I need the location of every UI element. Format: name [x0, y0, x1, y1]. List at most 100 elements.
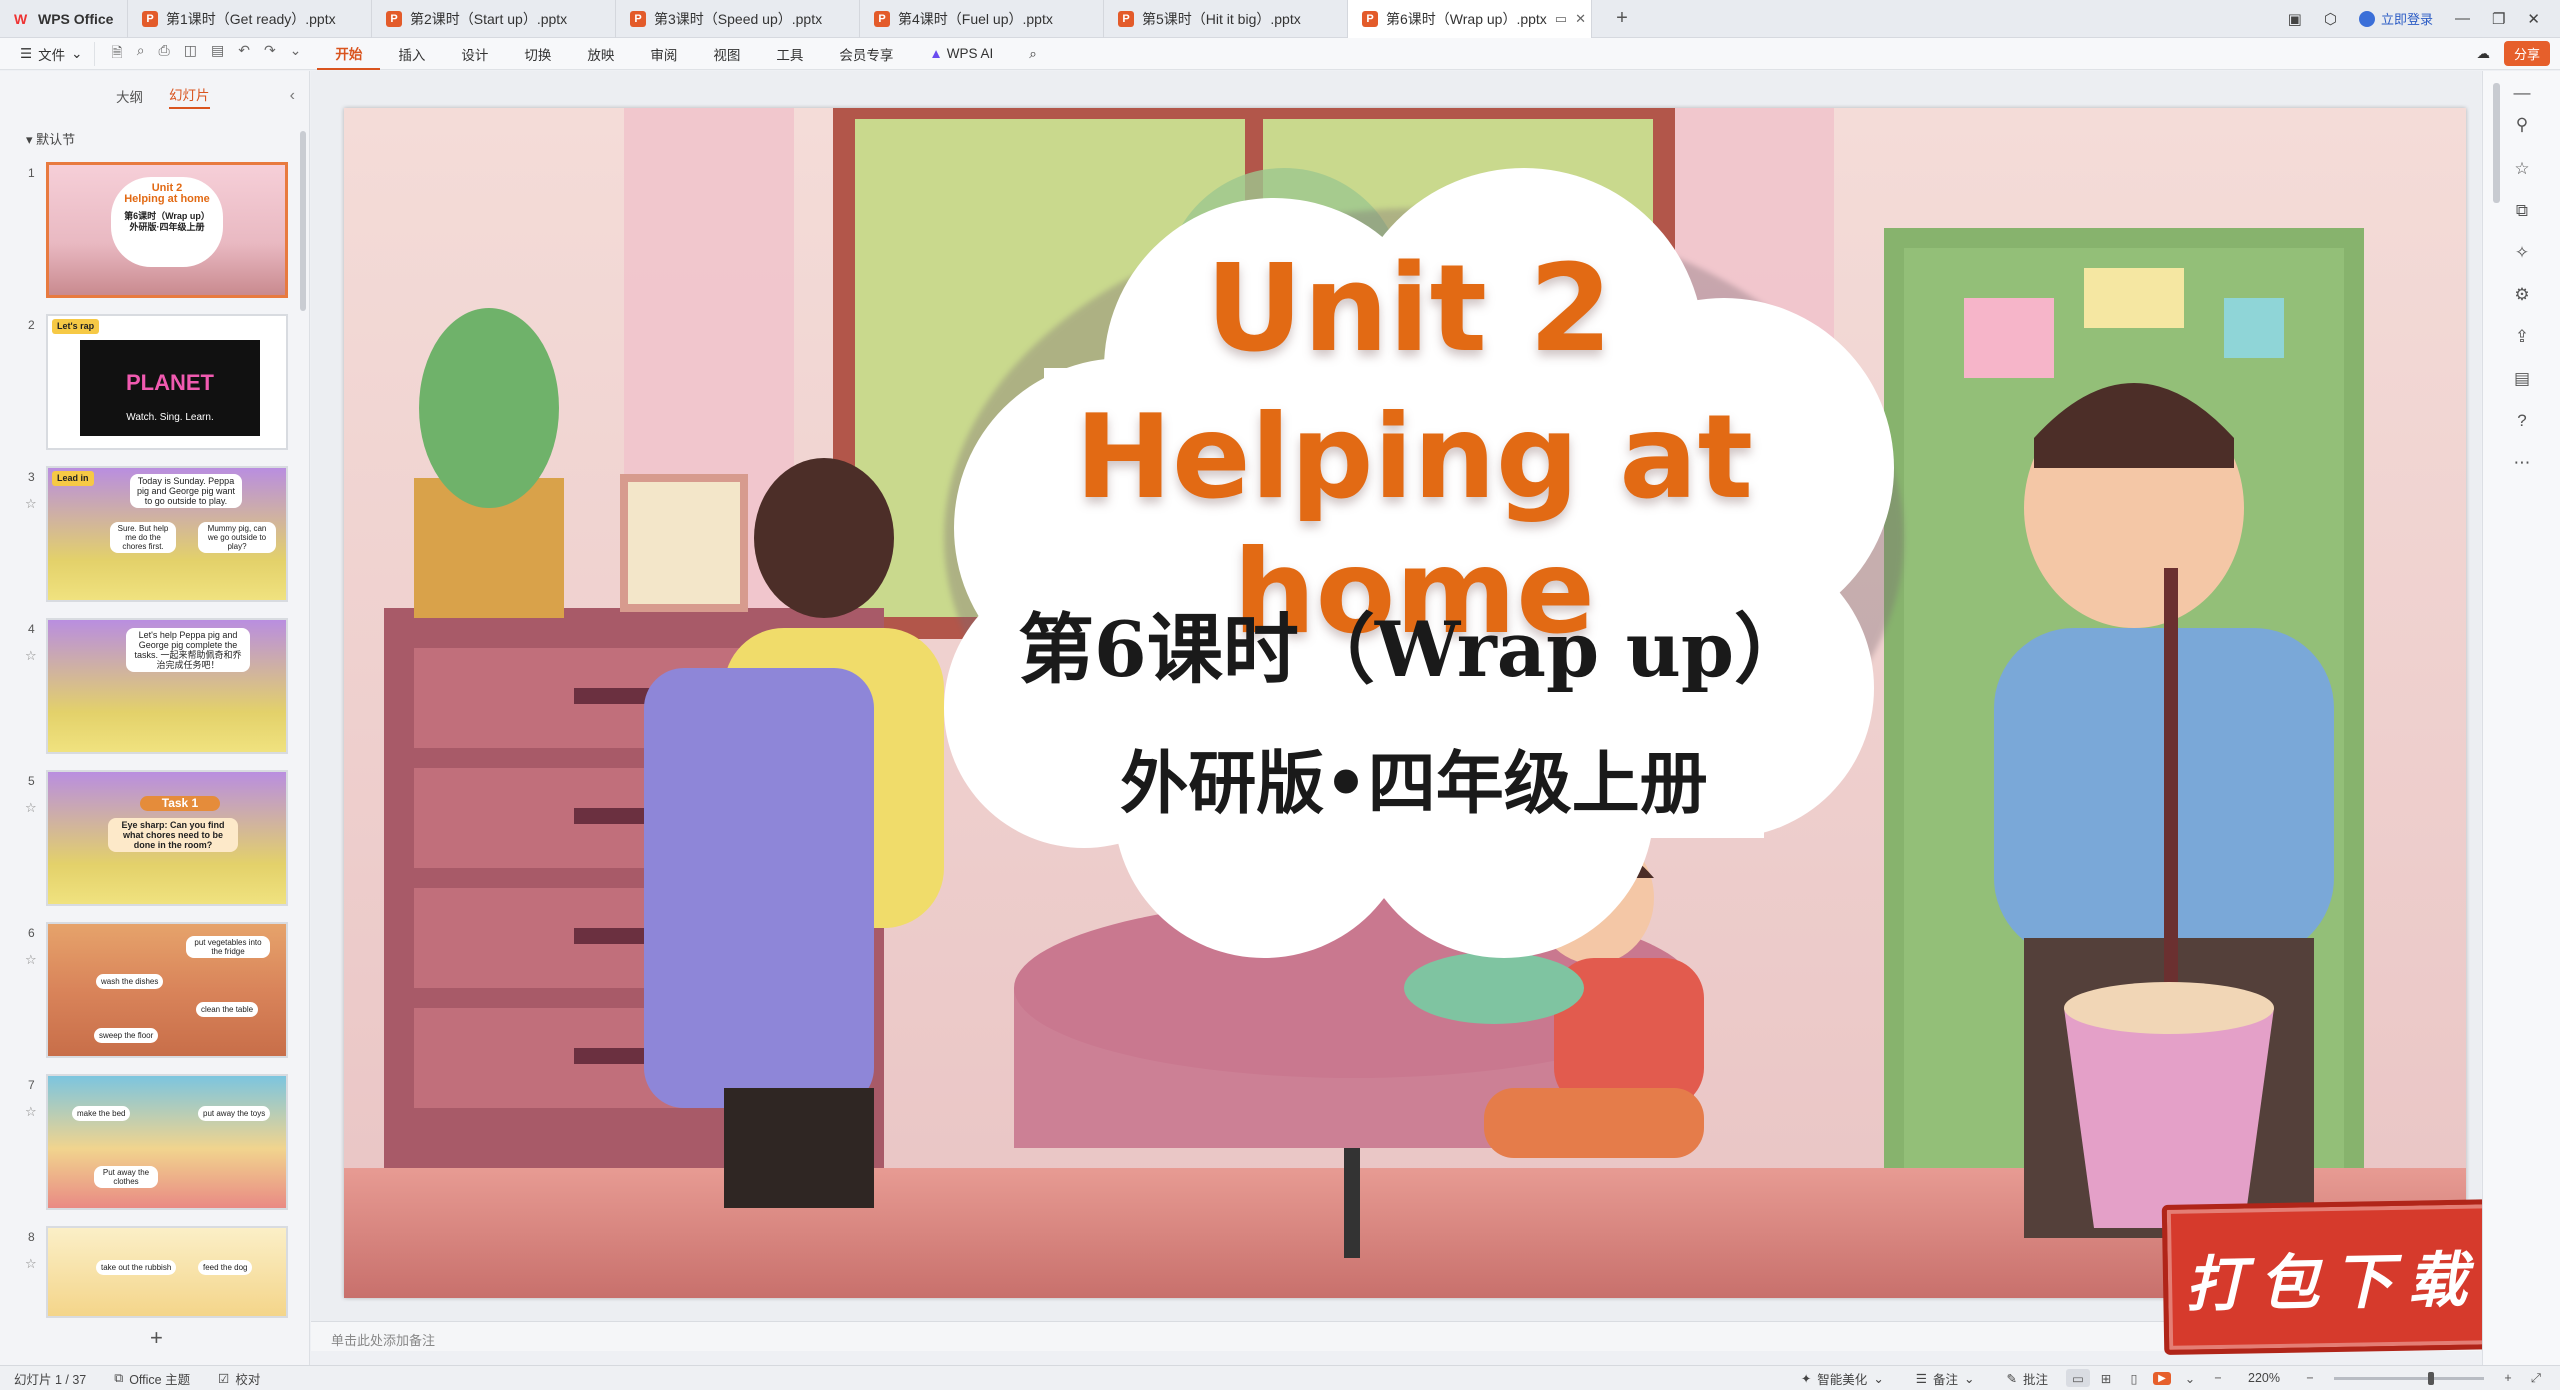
more-icon[interactable]: ⌄	[290, 42, 302, 66]
slide-thumbnail-row[interactable]: 5 ☆ Task 1 Eye sharp: Can you find what …	[0, 770, 300, 910]
copy-icon[interactable]: ⧉	[2483, 201, 2560, 221]
tab-file-3[interactable]: P 第3课时（Speed up）.pptx	[616, 0, 860, 38]
restore-icon[interactable]: ❐	[2492, 10, 2505, 28]
undo-icon[interactable]: ↶	[238, 42, 250, 66]
format-icon[interactable]: ▤	[211, 42, 224, 66]
star-icon[interactable]: ☆	[25, 952, 37, 968]
slideshow-options-icon[interactable]: ⌄	[2178, 1369, 2202, 1387]
tab-file-1[interactable]: P 第1课时（Get ready）.pptx	[128, 0, 372, 38]
slide-thumbnail-row[interactable]: 2 Let's rap PLANET Watch. Sing. Learn.	[0, 314, 300, 454]
normal-view-icon[interactable]: ▭	[2066, 1369, 2091, 1387]
star-icon[interactable]: ☆	[25, 1104, 37, 1120]
collapse-panel-icon[interactable]: ‹	[290, 87, 295, 105]
menu-design[interactable]: 设计	[443, 38, 506, 70]
more-icon[interactable]: ⋯	[2483, 453, 2560, 473]
zoom-in-icon[interactable]: +	[2496, 1369, 2520, 1387]
slideshow-play-icon[interactable]: ▶	[2150, 1369, 2174, 1387]
slide-edition[interactable]: 外研版•四年级上册	[984, 728, 1844, 827]
help-icon[interactable]: ?	[2483, 411, 2560, 431]
ppt-file-icon: P	[1362, 11, 1378, 27]
reading-view-icon[interactable]: ▯	[2122, 1369, 2146, 1387]
slide-thumbnail[interactable]: Lead in Today is Sunday. Peppa pig and G…	[46, 466, 288, 602]
comments-button[interactable]: ✎ 批注	[1993, 1369, 2063, 1388]
slide-thumbnail[interactable]: make the bed put away the toys Put away …	[46, 1074, 288, 1210]
proof-icon: ☑	[218, 1371, 230, 1386]
tab-file-2[interactable]: P 第2课时（Start up）.pptx	[372, 0, 616, 38]
slide-thumbnail[interactable]: Task 1 Eye sharp: Can you find what chor…	[46, 770, 288, 906]
star-icon[interactable]: ☆	[25, 496, 37, 512]
download-badge[interactable]: 打包下载	[2161, 1199, 2505, 1355]
slide-thumbnail[interactable]: Unit 2 Helping at home 第6课时（Wrap up） 外研版…	[46, 162, 288, 298]
slide-subtitle[interactable]: 第6课时（Wrap up）	[984, 588, 1844, 698]
menu-home[interactable]: 开始	[317, 38, 381, 70]
tab-slides[interactable]: 幻灯片	[169, 84, 210, 109]
tab-wps-home[interactable]: W WPS Office	[0, 0, 128, 38]
slide-thumbnail-row[interactable]: 1 Unit 2 Helping at home 第6课时（Wrap up） 外…	[0, 162, 300, 302]
zoom-level[interactable]: 220%	[2234, 1371, 2294, 1385]
minimize-icon[interactable]: —	[2455, 10, 2470, 27]
menu-slideshow[interactable]: 放映	[569, 38, 632, 70]
slide-title-line-1[interactable]: Unit 2	[984, 239, 1834, 381]
tab-outline[interactable]: 大纲	[116, 86, 143, 106]
star-icon[interactable]: ☆	[2483, 159, 2560, 179]
menu-member[interactable]: 会员专享	[821, 38, 911, 70]
tab-window-icon[interactable]: ▭	[1547, 11, 1567, 27]
menu-insert[interactable]: 插入	[380, 38, 443, 70]
redo-icon[interactable]: ↷	[264, 42, 276, 66]
cloud-sync-icon[interactable]: ☁	[2476, 46, 2490, 62]
book-icon[interactable]: ▤	[2483, 369, 2560, 389]
save-icon[interactable]: 🗎	[111, 42, 122, 66]
shapes-icon[interactable]: ⚲	[2483, 115, 2560, 135]
tab-file-5[interactable]: P 第5课时（Hit it big）.pptx	[1104, 0, 1348, 38]
close-window-icon[interactable]: ✕	[2527, 10, 2540, 28]
notes-input[interactable]: 单击此处添加备注	[311, 1321, 2481, 1351]
share-icon[interactable]: ⇪	[2483, 327, 2560, 347]
preview-icon[interactable]: ◫	[184, 42, 197, 66]
notes-button[interactable]: ☰ 备注 ⌄	[1902, 1369, 1989, 1388]
wps-ai-button[interactable]: ▲ WPS AI	[911, 46, 1011, 61]
star-icon[interactable]: ☆	[25, 800, 37, 816]
slide-thumbnail-row[interactable]: 7 ☆ make the bed put away the toys Put a…	[0, 1074, 300, 1214]
search-icon[interactable]: ⌕	[1011, 38, 1055, 70]
fit-window-icon[interactable]: ⤢	[2524, 1369, 2548, 1387]
close-tab-icon[interactable]: ✕	[1567, 11, 1586, 27]
login-link[interactable]: 立即登录	[2358, 9, 2433, 28]
slide-thumbnail[interactable]: Let's rap PLANET Watch. Sing. Learn.	[46, 314, 288, 450]
minimize-panel-icon[interactable]: —	[2483, 83, 2560, 103]
file-menu[interactable]: ☰ 文件 ⌄	[0, 44, 94, 64]
sorter-view-icon[interactable]: ⊞	[2094, 1369, 2118, 1387]
star-icon[interactable]: ☆	[25, 648, 37, 664]
layout-icon[interactable]: ▣	[2288, 10, 2302, 28]
zoom-out-icon[interactable]: −	[2206, 1369, 2230, 1387]
tab-file-6[interactable]: P 第6课时（Wrap up）.pptx ▭ ✕	[1348, 0, 1592, 38]
slide-thumbnail-row[interactable]: 3 ☆ Lead in Today is Sunday. Peppa pig a…	[0, 466, 300, 606]
slide-thumbnail[interactable]: Let's help Peppa pig and George pig comp…	[46, 618, 288, 754]
zoom-out-icon[interactable]: −	[2298, 1369, 2322, 1387]
panel-scrollbar[interactable]	[300, 131, 306, 311]
cube-icon[interactable]: ⬡	[2324, 10, 2337, 28]
menu-tools[interactable]: 工具	[758, 38, 821, 70]
menu-view[interactable]: 视图	[695, 38, 758, 70]
section-label[interactable]: ▾ 默认节	[26, 129, 75, 148]
slide-canvas[interactable]: Unit 2 Helping at home 第6课时（Wrap up） 外研版…	[344, 108, 2466, 1298]
beautify-button[interactable]: ✦ 智能美化 ⌄	[1787, 1369, 1898, 1388]
open-icon[interactable]: ⌕	[137, 42, 145, 66]
theme-button[interactable]: ⧉ Office 主题	[100, 1369, 204, 1388]
slide-thumbnail[interactable]: put vegetables into the fridge wash the …	[46, 922, 288, 1058]
add-slide-button[interactable]: +	[150, 1325, 163, 1351]
tab-file-4[interactable]: P 第4课时（Fuel up）.pptx	[860, 0, 1104, 38]
proof-button[interactable]: ☑ 校对	[204, 1369, 274, 1388]
zoom-slider[interactable]	[2334, 1371, 2484, 1385]
print-icon[interactable]: ⎙	[159, 42, 170, 66]
slide-thumbnail-row[interactable]: 6 ☆ put vegetables into the fridge wash …	[0, 922, 300, 1062]
settings-icon[interactable]: ⚙	[2483, 285, 2560, 305]
slide-thumbnail-row[interactable]: 4 ☆ Let's help Peppa pig and George pig …	[0, 618, 300, 758]
share-button[interactable]: 分享	[2503, 41, 2550, 66]
slide-thumbnail[interactable]: take out the rubbish feed the dog	[46, 1226, 288, 1318]
menu-transition[interactable]: 切换	[506, 38, 569, 70]
menu-review[interactable]: 审阅	[632, 38, 695, 70]
zoom-knob[interactable]	[2428, 1371, 2434, 1385]
new-tab-button[interactable]: +	[1592, 0, 1652, 37]
star-icon[interactable]: ☆	[25, 1256, 37, 1272]
magic-icon[interactable]: ✧	[2483, 243, 2560, 263]
